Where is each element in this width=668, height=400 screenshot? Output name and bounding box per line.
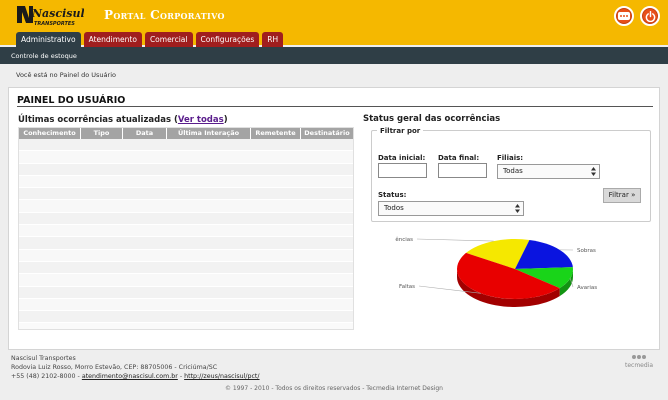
logo-subtext: TRANSPORTES <box>34 21 75 27</box>
sub-navigation: Controle de estoque <box>0 47 668 64</box>
table-row <box>19 163 353 176</box>
table-row <box>19 200 353 213</box>
filiais-label: Filiais: <box>497 154 524 162</box>
tab-atendimento[interactable]: Atendimento <box>83 32 142 47</box>
copyright: © 1997 - 2010 - Todos os direitos reserv… <box>225 385 443 392</box>
data-final-label: Data final: <box>438 154 480 162</box>
status-heading: Status geral das ocorrências <box>363 114 501 124</box>
breadcrumb: Você está no Painel do Usuário <box>16 71 116 79</box>
tecmedia-text: tecmedia <box>625 362 653 369</box>
data-final-input[interactable] <box>438 163 487 178</box>
subnav-controle-estoque[interactable]: Controle de estoque <box>11 52 77 60</box>
table-body <box>19 139 353 324</box>
updown-icon <box>591 167 596 176</box>
table-row <box>19 225 353 238</box>
dots-icon <box>618 12 630 20</box>
data-inicial-input[interactable] <box>378 163 427 178</box>
recent-occurrences-title: Últimas ocorrências atualizadas <box>18 115 172 125</box>
table-row <box>19 188 353 201</box>
status-pie-chart: Pendências Sobras Avarias Faltas <box>395 236 597 307</box>
table-row <box>19 249 353 262</box>
table-row <box>19 311 353 324</box>
data-inicial-label: Data inicial: <box>378 154 426 162</box>
filter-legend: Filtrar por <box>377 127 424 135</box>
view-all-link[interactable]: Ver todas <box>178 115 224 125</box>
col-remetente[interactable]: Remetente <box>251 128 301 139</box>
filter-button[interactable]: Filtrar » <box>603 188 641 203</box>
status-label: Status: <box>378 191 407 199</box>
power-icon <box>645 10 655 22</box>
table-row <box>19 175 353 189</box>
pie-label: Sobras <box>577 248 596 254</box>
updown-icon <box>515 204 520 213</box>
tab-administrativo[interactable]: Administrativo <box>16 32 81 47</box>
footer-email-link[interactable]: atendimento@nascisul.com.br <box>82 373 178 380</box>
menu-dots-button[interactable] <box>614 6 634 26</box>
footer-address: Rodovia Luiz Rosso, Morro Estevão, CEP: … <box>11 364 218 371</box>
filiais-value: Todas <box>503 167 523 175</box>
status-value: Todos <box>384 204 404 212</box>
filiais-select[interactable]: Todas <box>497 164 600 179</box>
table-row <box>19 274 353 287</box>
tab-comercial[interactable]: Comercial <box>144 32 193 47</box>
tab-configuracoes[interactable]: Configurações <box>195 32 260 47</box>
footer-url-link[interactable]: http://zeus/nascisul/pct/ <box>184 373 259 380</box>
recent-occurrences-heading: Últimas ocorrências atualizadas (Ver tod… <box>18 115 228 125</box>
footer-company: Nascisul Transportes <box>11 355 76 362</box>
header-bar: Nascisul TRANSPORTES Portal Corporativo … <box>0 0 668 47</box>
nascisul-logo: Nascisul TRANSPORTES <box>16 4 84 28</box>
table-row <box>19 151 353 164</box>
status-select[interactable]: Todos <box>378 201 524 216</box>
table-row <box>19 212 353 226</box>
pie-label: Faltas <box>399 284 415 290</box>
pie-label: Avarias <box>577 285 597 291</box>
main-tabs: Administrativo Atendimento Comercial Con… <box>16 32 284 47</box>
pie-group: Pendências Sobras Avarias Faltas <box>395 236 597 307</box>
col-ultima-interacao[interactable]: Última Interação <box>167 128 251 139</box>
table-row <box>19 139 353 152</box>
footer-contact: +55 (48) 2102-8000 - atendimento@nascisu… <box>11 373 260 380</box>
portal-title: Portal Corporativo <box>104 8 225 22</box>
col-data[interactable]: Data <box>123 128 167 139</box>
col-destinatario[interactable]: Destinatário <box>301 128 353 139</box>
tab-rh[interactable]: RH <box>262 32 284 47</box>
logout-button[interactable] <box>640 6 660 26</box>
occurrences-table: Conhecimento Tipo Data Última Interação … <box>18 127 354 330</box>
footer-separator: - <box>179 373 183 380</box>
pie-leader-line <box>416 238 494 242</box>
table-row <box>19 286 353 299</box>
panel-title: PAINEL DO USUÁRIO <box>17 95 126 106</box>
panel-divider <box>17 106 653 107</box>
footer-phone: +55 (48) 2102-8000 - <box>11 373 80 380</box>
table-row <box>19 237 353 250</box>
pie-label: Pendências <box>395 236 413 243</box>
logo-text: Nascisul <box>31 7 84 20</box>
tecmedia-logo: tecmedia <box>625 355 653 369</box>
col-tipo[interactable]: Tipo <box>81 128 123 139</box>
col-conhecimento[interactable]: Conhecimento <box>19 128 81 139</box>
table-row <box>19 298 353 312</box>
table-header: Conhecimento Tipo Data Última Interação … <box>19 128 353 139</box>
table-row <box>19 261 353 275</box>
